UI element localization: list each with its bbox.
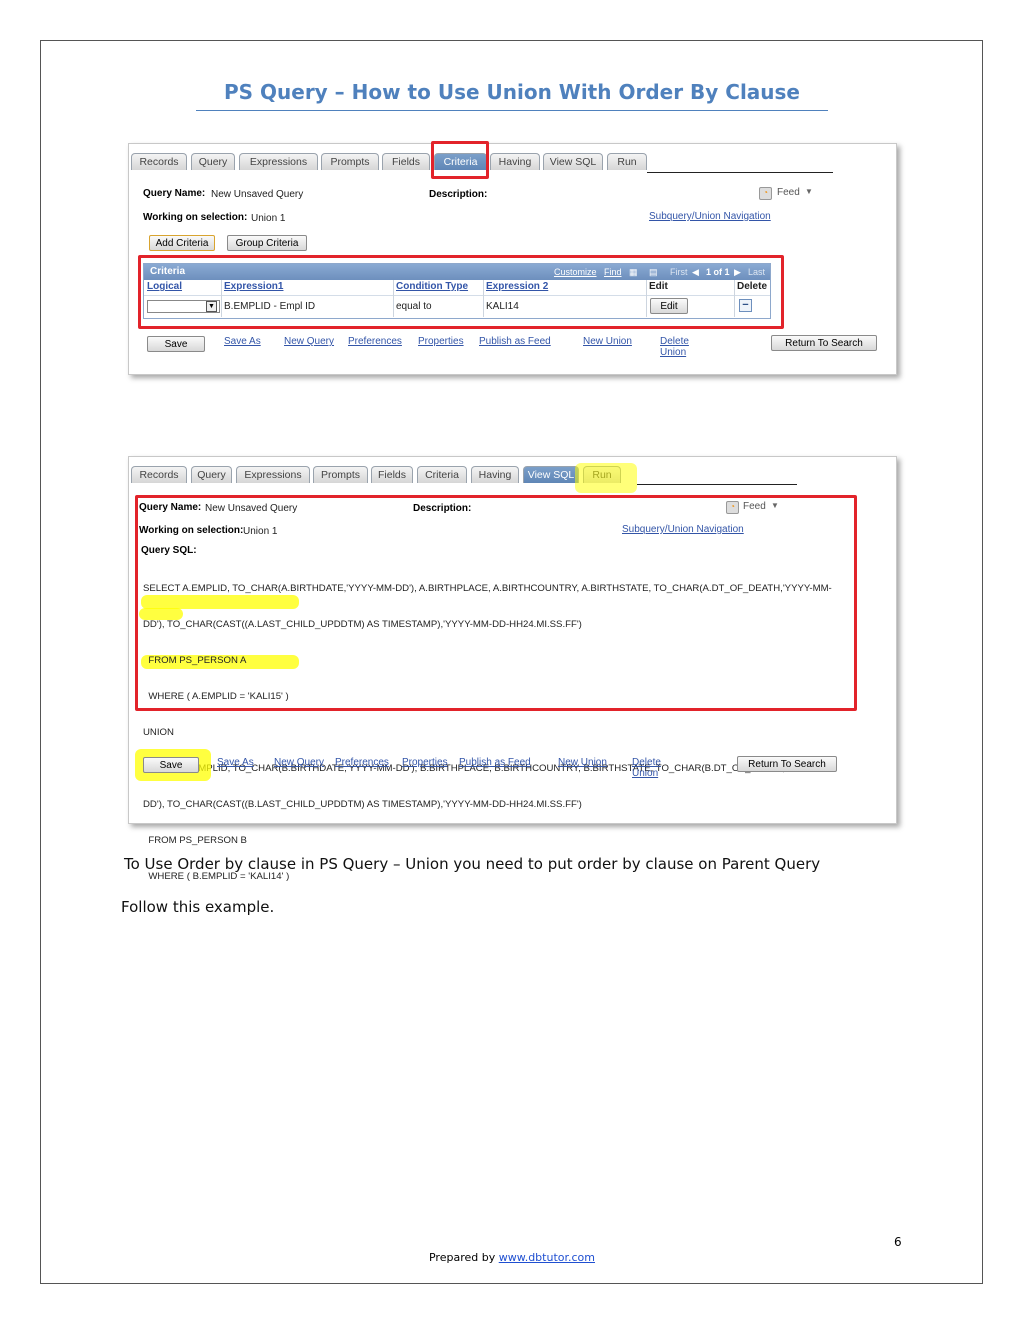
feed-label[interactable]: Feed	[777, 187, 800, 198]
sql-line: UNION	[143, 727, 174, 738]
footer-link[interactable]: www.dbtutor.com	[499, 1251, 595, 1264]
tab-underline	[637, 484, 797, 485]
footer: Prepared by www.dbtutor.com	[0, 1251, 1024, 1264]
working-selection-value: Union 1	[251, 213, 286, 224]
tab-prompts[interactable]: Prompts	[313, 466, 368, 483]
save-as-link[interactable]: Save As	[224, 336, 261, 347]
screenshot-view-sql: Records Query Expressions Prompts Fields…	[128, 456, 897, 882]
sql-line: DD'), TO_CHAR(CAST((B.LAST_CHILD_UPDDTM)…	[143, 799, 582, 810]
properties-link[interactable]: Properties	[402, 757, 448, 768]
group-criteria-button[interactable]: Group Criteria	[227, 235, 307, 251]
paragraph-follow-example: Follow this example.	[121, 898, 275, 916]
new-union-link[interactable]: New Union	[558, 757, 607, 768]
subquery-union-navigation-link[interactable]: Subquery/Union Navigation	[649, 211, 771, 222]
preferences-link[interactable]: Preferences	[335, 757, 389, 768]
tab-expressions[interactable]: Expressions	[239, 153, 318, 170]
save-as-link[interactable]: Save As	[217, 757, 254, 768]
highlight-run-tab	[575, 463, 637, 493]
properties-link[interactable]: Properties	[418, 336, 464, 347]
page-number: 6	[894, 1235, 902, 1249]
tab-view-sql[interactable]: View SQL	[523, 466, 579, 483]
save-button[interactable]: Save	[143, 757, 199, 773]
tab-run[interactable]: Run	[607, 153, 647, 170]
add-criteria-button[interactable]: Add Criteria	[149, 235, 215, 251]
tab-expressions[interactable]: Expressions	[236, 466, 310, 483]
tab-records[interactable]: Records	[131, 153, 187, 170]
title-underline	[196, 110, 828, 111]
tab-view-sql[interactable]: View SQL	[543, 153, 603, 170]
tab-records[interactable]: Records	[131, 466, 187, 483]
query-name-value: New Unsaved Query	[211, 189, 304, 200]
delete-union-link[interactable]: Delete Union	[632, 757, 661, 779]
description-label: Description:	[429, 189, 488, 200]
document-title: PS Query – How to Use Union With Order B…	[223, 80, 800, 104]
save-button[interactable]: Save	[147, 336, 205, 352]
tab-query[interactable]: Query	[191, 153, 235, 170]
tab-query[interactable]: Query	[191, 466, 232, 483]
tab-fields[interactable]: Fields	[371, 466, 413, 483]
tab-having[interactable]: Having	[471, 466, 519, 483]
preferences-link[interactable]: Preferences	[348, 336, 402, 347]
feed-chevron-down-icon[interactable]: ▼	[805, 187, 813, 196]
new-query-link[interactable]: New Query	[274, 757, 324, 768]
tab-fields[interactable]: Fields	[382, 153, 430, 170]
feed-icon[interactable]: ◔	[759, 187, 772, 200]
annotation-box-criteria-grid	[138, 255, 784, 329]
screenshot-criteria: Records Query Expressions Prompts Fields…	[128, 141, 897, 375]
tab-having[interactable]: Having	[490, 153, 540, 170]
new-query-link[interactable]: New Query	[284, 336, 334, 347]
paragraph-union-order-by: To Use Order by clause in PS Query – Uni…	[124, 855, 821, 873]
return-to-search-button[interactable]: Return To Search	[771, 335, 877, 351]
new-union-link[interactable]: New Union	[583, 336, 632, 347]
footer-prefix: Prepared by	[428, 1251, 496, 1264]
tab-underline	[647, 172, 833, 173]
tab-criteria[interactable]: Criteria	[417, 466, 467, 483]
annotation-box-query-sql	[135, 495, 857, 711]
return-to-search-button[interactable]: Return To Search	[737, 756, 837, 772]
delete-union-link[interactable]: Delete Union	[660, 336, 689, 358]
tab-prompts[interactable]: Prompts	[321, 153, 379, 170]
publish-as-feed-link[interactable]: Publish as Feed	[459, 757, 531, 768]
query-name-label: Query Name:	[143, 188, 206, 199]
publish-as-feed-link[interactable]: Publish as Feed	[479, 336, 551, 347]
annotation-box-criteria-tab	[431, 141, 489, 179]
sql-line: FROM PS_PERSON B	[143, 835, 247, 846]
working-selection-label: Working on selection:	[143, 212, 248, 223]
